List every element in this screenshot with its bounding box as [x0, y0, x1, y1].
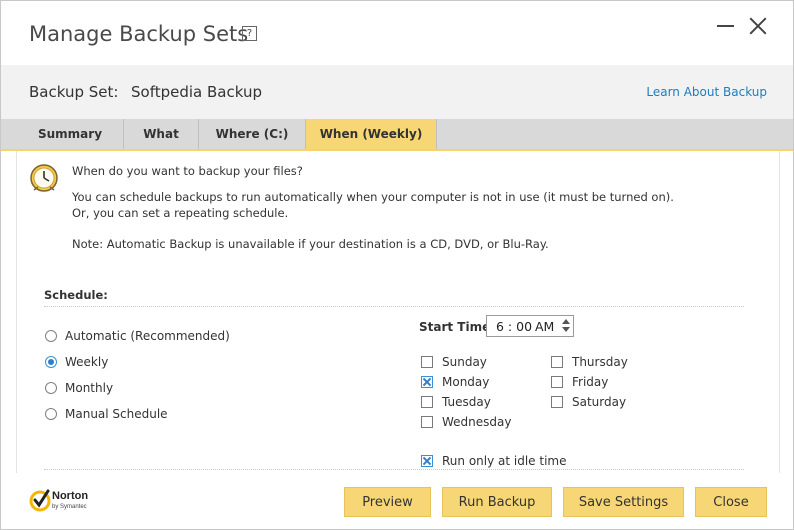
spinner-down-icon[interactable]: [562, 327, 570, 332]
checkbox-tuesday[interactable]: Tuesday: [421, 394, 491, 410]
close-window-button[interactable]: [747, 15, 769, 37]
start-time-ampm[interactable]: AM: [535, 319, 554, 334]
panel-bottom-divider: [44, 469, 744, 470]
checkbox-thursday[interactable]: Thursday: [551, 354, 628, 370]
minimize-button[interactable]: [715, 15, 737, 37]
norton-check-icon: [29, 489, 51, 512]
checkbox[interactable]: [551, 356, 563, 368]
start-time-value[interactable]: 6 : 00: [496, 319, 532, 334]
norton-brand-text: Norton: [52, 490, 89, 502]
radio-button[interactable]: [45, 408, 57, 420]
checkbox-label: Thursday: [572, 355, 628, 369]
radio-button-selected[interactable]: [45, 356, 57, 368]
radio-automatic[interactable]: Automatic (Recommended): [45, 327, 230, 345]
checkbox[interactable]: [551, 376, 563, 388]
preview-button[interactable]: Preview: [344, 487, 431, 517]
save-settings-button[interactable]: Save Settings: [563, 487, 684, 517]
tab-bar: Summary What Where (C:) When (Weekly): [1, 119, 793, 151]
radio-label: Monthly: [65, 381, 114, 395]
checkbox-saturday[interactable]: Saturday: [551, 394, 626, 410]
checkbox-monday[interactable]: Monday: [421, 374, 489, 390]
intro-line-1: You can schedule backups to run automati…: [72, 190, 674, 204]
checkbox-checked[interactable]: [421, 455, 433, 467]
checkbox[interactable]: [421, 416, 433, 428]
checkbox-sunday[interactable]: Sunday: [421, 354, 487, 370]
spinner-up-icon[interactable]: [562, 319, 570, 324]
backup-set-label: Backup Set:: [29, 83, 119, 101]
help-icon[interactable]: ?: [242, 26, 257, 41]
norton-logo: Norton by Symantec: [29, 488, 99, 516]
radio-label: Manual Schedule: [65, 407, 168, 421]
radio-monthly[interactable]: Monthly: [45, 379, 113, 397]
close-button[interactable]: Close: [695, 487, 767, 517]
radio-label: Weekly: [65, 355, 109, 369]
title-bar: Manage Backup Sets ?: [1, 1, 793, 65]
checkbox-label: Friday: [572, 375, 609, 389]
checkbox[interactable]: [421, 396, 433, 408]
start-time-label: Start Time:: [419, 320, 496, 334]
run-backup-button[interactable]: Run Backup: [442, 487, 552, 517]
intro-question: When do you want to backup your files?: [72, 164, 303, 178]
checkbox-friday[interactable]: Friday: [551, 374, 608, 390]
checkbox-wednesday[interactable]: Wednesday: [421, 414, 511, 430]
radio-manual-schedule[interactable]: Manual Schedule: [45, 405, 168, 423]
schedule-divider: [44, 306, 744, 307]
clock-icon: [30, 164, 58, 192]
checkbox[interactable]: [421, 356, 433, 368]
radio-label: Automatic (Recommended): [65, 329, 230, 343]
backup-set-name: Softpedia Backup: [131, 83, 262, 101]
schedule-label: Schedule:: [44, 288, 108, 302]
checkbox[interactable]: [551, 396, 563, 408]
backup-set-header: Backup Set: Softpedia Backup Learn About…: [1, 65, 793, 119]
checkbox-checked[interactable]: [421, 376, 433, 388]
time-spinner[interactable]: [562, 318, 570, 334]
checkbox-label: Sunday: [442, 355, 487, 369]
footer: Norton by Symantec Preview Run Backup Sa…: [1, 473, 793, 529]
tab-summary[interactable]: Summary: [17, 119, 124, 149]
window-title: Manage Backup Sets: [29, 22, 249, 46]
when-tab-panel: When do you want to backup your files? Y…: [16, 151, 780, 473]
tab-where[interactable]: Where (C:): [199, 119, 306, 149]
checkbox-label: Monday: [442, 375, 490, 389]
checkbox-label: Saturday: [572, 395, 627, 409]
tab-when[interactable]: When (Weekly): [306, 119, 437, 149]
radio-weekly[interactable]: Weekly: [45, 353, 108, 371]
checkbox-label: Tuesday: [442, 395, 491, 409]
tab-what[interactable]: What: [124, 119, 199, 149]
manage-backup-sets-window: Manage Backup Sets ? Backup Set: Softped…: [0, 0, 794, 530]
symantec-text: by Symantec: [52, 504, 87, 510]
start-time-input[interactable]: 6 : 00 AM: [486, 315, 574, 337]
checkbox-label: Run only at idle time: [442, 454, 567, 468]
checkbox-label: Wednesday: [442, 415, 512, 429]
checkbox-idle-time[interactable]: Run only at idle time: [421, 453, 567, 469]
radio-button[interactable]: [45, 382, 57, 394]
learn-about-backup-link[interactable]: Learn About Backup: [646, 85, 767, 99]
radio-button[interactable]: [45, 330, 57, 342]
intro-note: Note: Automatic Backup is unavailable if…: [72, 237, 549, 251]
intro-line-2: Or, you can set a repeating schedule.: [72, 206, 289, 220]
